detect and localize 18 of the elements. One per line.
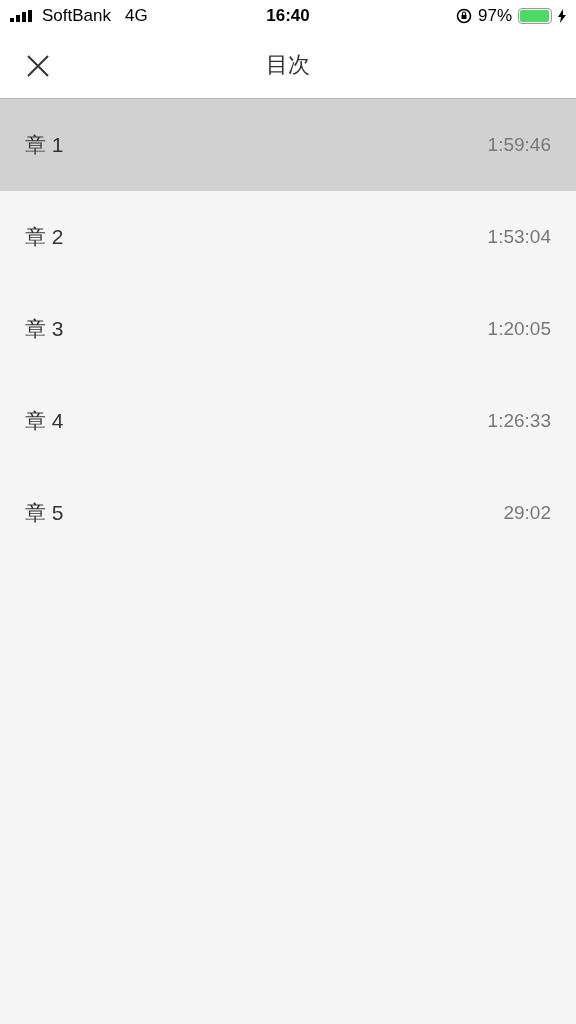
rotation-lock-icon xyxy=(456,8,472,24)
close-button[interactable] xyxy=(26,54,50,78)
clock-time: 16:40 xyxy=(266,6,310,26)
chapter-title: 章 5 xyxy=(25,500,64,526)
page-title: 目次 xyxy=(265,51,311,79)
chapter-duration: 29:02 xyxy=(503,502,551,524)
chapter-duration: 1:59:46 xyxy=(487,134,551,156)
chapter-duration: 1:53:04 xyxy=(487,226,551,248)
carrier-name: SoftBank xyxy=(42,6,111,26)
chapter-title: 章 2 xyxy=(25,224,64,250)
chapter-duration: 1:20:05 xyxy=(487,318,551,340)
chapter-title: 章 4 xyxy=(25,408,64,434)
chapter-title: 章 1 xyxy=(25,132,64,158)
chapter-duration: 1:26:33 xyxy=(487,410,551,432)
chapter-title: 章 3 xyxy=(25,316,64,342)
chapter-item[interactable]: 章 1 1:59:46 xyxy=(0,99,576,191)
network-type: 4G xyxy=(125,6,148,26)
battery-percent: 97% xyxy=(478,6,512,26)
